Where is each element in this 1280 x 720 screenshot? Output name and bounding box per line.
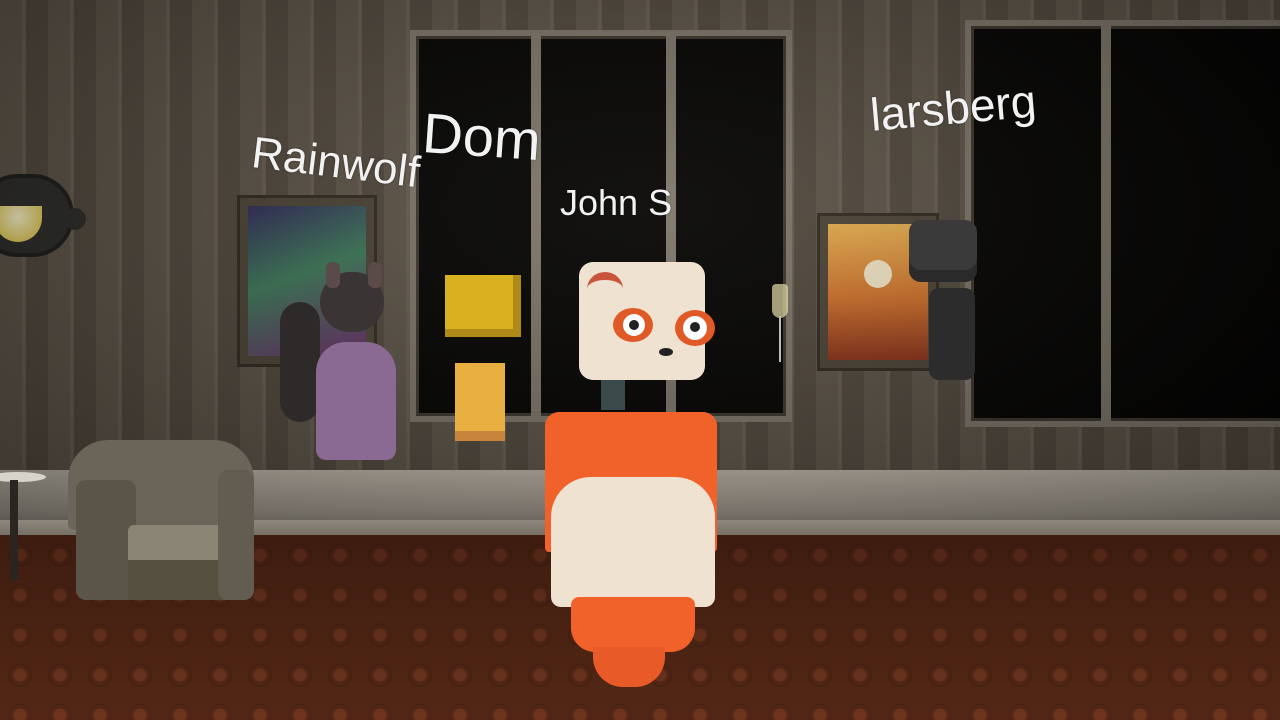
avatar-john-s[interactable] [545, 262, 720, 692]
nametag-john-s: John S [560, 182, 673, 223]
avatar-larsberg[interactable] [905, 220, 985, 385]
avatar-dom[interactable] [445, 275, 525, 450]
wine-glass[interactable] [772, 284, 788, 318]
armchair[interactable] [68, 440, 254, 600]
avatar-rainwolf[interactable] [280, 262, 410, 462]
nametag-dom: Dom [420, 100, 543, 173]
avatar-head [579, 262, 715, 380]
game-viewport: Rainwolf Dom John S larsberg [0, 0, 1280, 720]
